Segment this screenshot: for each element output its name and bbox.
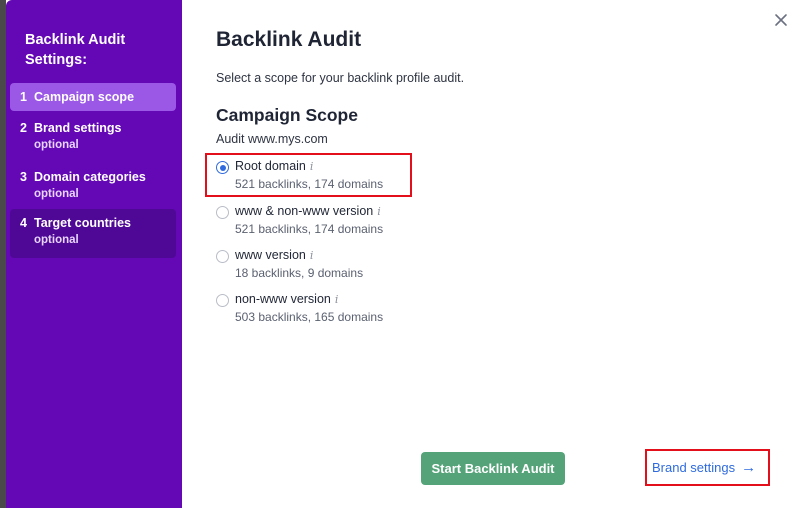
info-icon[interactable]: i [310, 249, 314, 262]
sidebar-title: Backlink Audit Settings: [25, 32, 126, 68]
start-audit-button[interactable]: Start Backlink Audit [421, 452, 565, 485]
radio-button[interactable] [216, 250, 229, 263]
step-label: Domain categories [34, 170, 146, 184]
dialog-description: Select a scope for your backlink profile… [216, 71, 465, 85]
step-optional-label: optional [34, 139, 79, 151]
option-stats: 18 backlinks, 9 domains [235, 266, 364, 280]
step-label: Campaign scope [34, 90, 135, 104]
step-number: 2 [20, 121, 27, 135]
section-title: Campaign Scope [216, 105, 358, 125]
radio-button[interactable] [216, 294, 229, 307]
dialog-title: Backlink Audit [216, 28, 362, 51]
sidebar-step-campaign-scope[interactable]: 1 Campaign scope [10, 83, 176, 111]
close-icon[interactable] [772, 11, 790, 29]
radio-button[interactable] [216, 206, 229, 219]
step-optional-label: optional [34, 234, 79, 246]
audit-domain-label: Audit www.mys.com [216, 132, 328, 146]
sidebar-step-target-countries[interactable]: 4 Target countries optional [10, 209, 176, 258]
step-number: 4 [20, 216, 27, 230]
info-icon[interactable]: i [377, 205, 381, 218]
info-icon[interactable]: i [335, 293, 339, 306]
option-label: non-www version [235, 292, 331, 306]
step-optional-label: optional [34, 188, 79, 200]
annotation-highlight-root-domain [205, 153, 412, 197]
option-label: www & non-www version [235, 204, 374, 218]
step-label: Target countries [34, 216, 132, 230]
step-number: 3 [20, 170, 27, 184]
step-number: 1 [20, 90, 27, 104]
step-label: Brand settings [34, 121, 122, 135]
option-label: www version [235, 248, 306, 262]
sidebar-step-brand-settings[interactable]: 2 Brand settings optional [10, 118, 176, 151]
sidebar-step-domain-categories[interactable]: 3 Domain categories optional [10, 167, 176, 200]
settings-sidebar: Backlink Audit Settings: 1 Campaign scop… [6, 0, 182, 508]
option-stats: 521 backlinks, 174 domains [235, 222, 384, 236]
option-stats: 503 backlinks, 165 domains [235, 310, 384, 324]
annotation-highlight-next-link [645, 449, 770, 486]
